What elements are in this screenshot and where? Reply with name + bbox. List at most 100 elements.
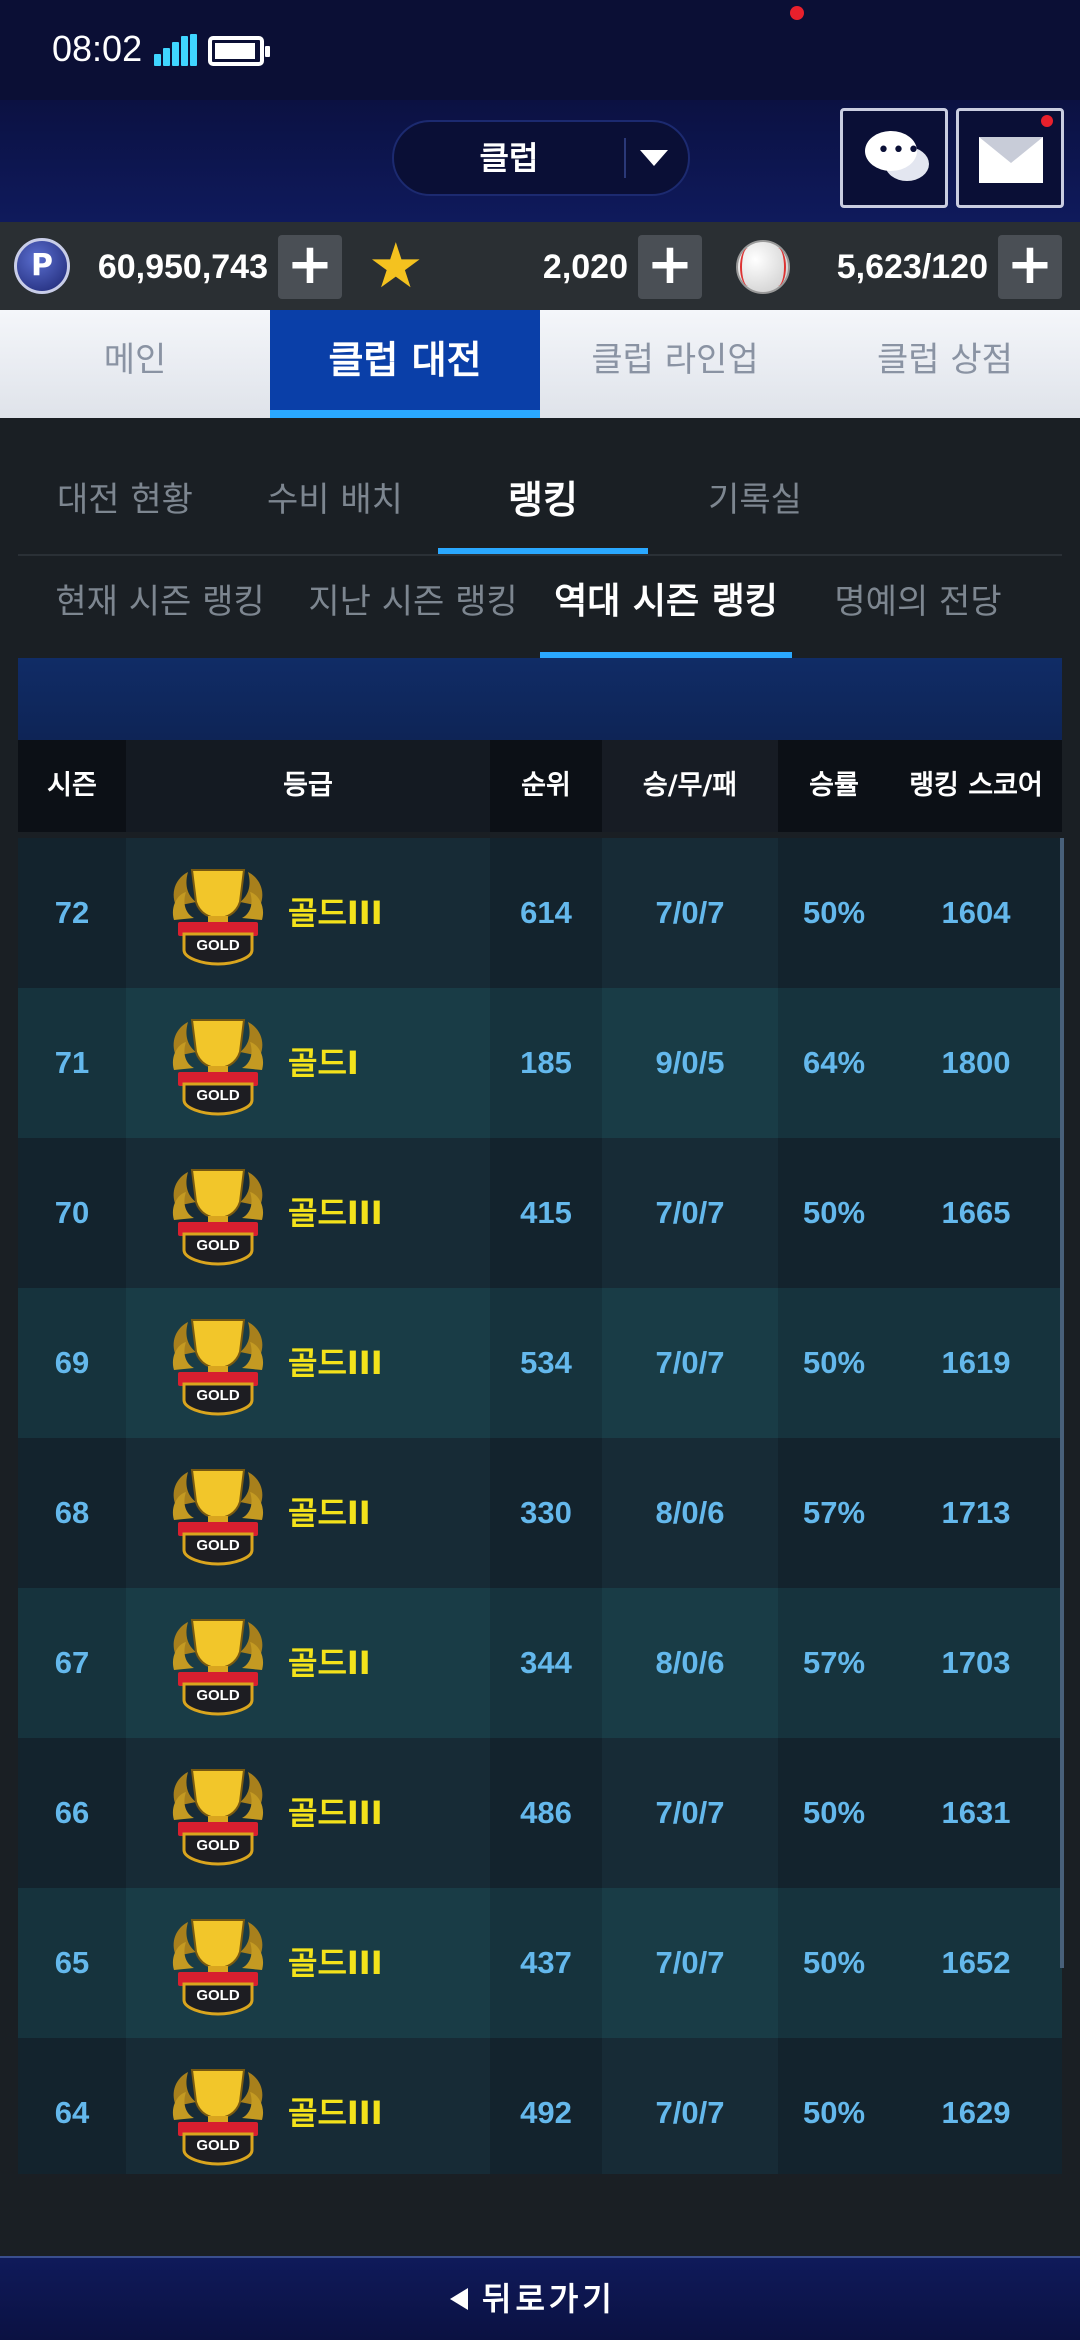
club-select-dropdown[interactable]: 클럽 <box>392 120 690 196</box>
scrollbar[interactable] <box>1060 838 1064 1968</box>
stars-value: 2,020 <box>542 248 628 286</box>
tab-club-shop[interactable]: 클럽 상점 <box>810 310 1080 418</box>
points-icon: P <box>14 238 70 294</box>
rank-cell: 492 <box>490 2038 602 2174</box>
back-button[interactable]: 뒤로가기 <box>440 2270 640 2328</box>
tab-club-battle[interactable]: 클럽 대전 <box>270 310 540 418</box>
season-cell: 69 <box>18 1288 126 1438</box>
win-rate-cell: 50% <box>778 1288 890 1438</box>
table-row: 64 GOLD 골드III 492 7/0/7 50% 1629 <box>18 2038 1062 2174</box>
rank-cell: 437 <box>490 1888 602 2038</box>
tab-records[interactable]: 기록실 <box>660 460 850 540</box>
win-rate-cell: 50% <box>778 1738 890 1888</box>
tab-club-lineup[interactable]: 클럽 라인업 <box>540 310 810 418</box>
wdl-cell: 7/0/7 <box>602 2038 778 2174</box>
grade-cell: GOLD 골드II <box>126 1438 490 1588</box>
grade-label: 골드I <box>288 1044 359 1082</box>
rank-cell: 185 <box>490 988 602 1138</box>
wdl-cell: 7/0/7 <box>602 1138 778 1288</box>
badge-text: GOLD <box>196 1087 239 1104</box>
col-header-win-rate: 승률 <box>778 740 890 832</box>
add-balls-button[interactable]: + <box>998 235 1062 299</box>
star-icon: ★ <box>368 229 424 302</box>
grade-cell: GOLD 골드III <box>126 1138 490 1288</box>
grade-label: 골드II <box>288 1644 371 1682</box>
win-rate-cell: 64% <box>778 988 890 1138</box>
badge-text: GOLD <box>196 1387 239 1404</box>
season-cell: 71 <box>18 988 126 1138</box>
gold-badge-icon: GOLD <box>172 1319 264 1416</box>
table-row: 70 GOLD 골드III 415 7/0/7 50% 1665 <box>18 1138 1062 1288</box>
tab-defense-setup[interactable]: 수비 배치 <box>240 460 430 540</box>
gold-badge-icon: GOLD <box>172 1469 264 1566</box>
tab-ranking[interactable]: 랭킹 <box>438 460 648 540</box>
wdl-cell: 7/0/7 <box>602 1288 778 1438</box>
rank-cell: 486 <box>490 1738 602 1888</box>
rank-cell: 344 <box>490 1588 602 1738</box>
rank-cell: 415 <box>490 1138 602 1288</box>
grade-label: 골드II <box>288 1494 371 1532</box>
grade-label: 골드III <box>288 2094 383 2132</box>
score-cell: 1629 <box>890 2038 1062 2174</box>
gold-badge-icon: GOLD <box>172 1169 264 1266</box>
season-cell: 72 <box>18 838 126 988</box>
col-header-wdl: 승/무/패 <box>602 740 778 832</box>
tab-last-season-ranking[interactable]: 지난 시즌 랭킹 <box>302 566 524 638</box>
tab-current-season-ranking[interactable]: 현재 시즌 랭킹 <box>40 566 280 638</box>
tab-hall-of-fame[interactable]: 명예의 전당 <box>816 566 1020 638</box>
gold-badge-icon: GOLD <box>172 1769 264 1866</box>
grade-cell: GOLD 골드III <box>126 1738 490 1888</box>
col-header-rank: 순위 <box>490 740 602 832</box>
col-header-grade: 등급 <box>126 740 490 832</box>
mail-icon <box>979 137 1043 183</box>
table-row: 65 GOLD 골드III 437 7/0/7 50% 1652 <box>18 1888 1062 2038</box>
signal-icon <box>154 34 198 66</box>
chevron-down-icon <box>640 150 668 166</box>
wdl-cell: 7/0/7 <box>602 838 778 988</box>
grade-label: 골드III <box>288 1944 383 1982</box>
grade-cell: GOLD 골드II <box>126 1588 490 1738</box>
add-points-button[interactable]: + <box>278 235 342 299</box>
tab-battle-status[interactable]: 대전 현황 <box>30 460 220 540</box>
tab-all-time-ranking[interactable]: 역대 시즌 랭킹 <box>540 566 792 638</box>
chat-button[interactable]: ••• <box>840 108 948 208</box>
table-row: 69 GOLD 골드III 534 7/0/7 50% 1619 <box>18 1288 1062 1438</box>
add-stars-button[interactable]: + <box>638 235 702 299</box>
club-select-label: 클럽 <box>479 139 539 177</box>
score-cell: 1703 <box>890 1588 1062 1738</box>
score-cell: 1619 <box>890 1288 1062 1438</box>
grade-cell: GOLD 골드III <box>126 1888 490 2038</box>
wdl-cell: 7/0/7 <box>602 1888 778 2038</box>
footer: 뒤로가기 <box>0 2258 1080 2340</box>
col-header-season: 시즌 <box>47 770 97 801</box>
win-rate-cell: 57% <box>778 1438 890 1588</box>
rank-cell: 330 <box>490 1438 602 1588</box>
rank-cell: 614 <box>490 838 602 988</box>
mail-button[interactable] <box>956 108 1064 208</box>
season-cell: 68 <box>18 1438 126 1588</box>
score-cell: 1604 <box>890 838 1062 988</box>
win-rate-cell: 57% <box>778 1588 890 1738</box>
badge-text: GOLD <box>196 1987 239 2004</box>
notification-dot <box>1041 115 1053 127</box>
badge-text: GOLD <box>196 1687 239 1704</box>
wdl-cell: 8/0/6 <box>602 1588 778 1738</box>
table-row: 72 GOLD 골드III 614 7/0/7 50% 1604 <box>18 838 1062 988</box>
grade-label: 골드III <box>288 1794 383 1832</box>
score-cell: 1800 <box>890 988 1062 1138</box>
tab-main[interactable]: 메인 <box>0 310 270 418</box>
badge-text: GOLD <box>196 1837 239 1854</box>
ranking-table[interactable]: 72 GOLD 골드III 614 7/0/7 50% 1604 71 GOLD 골드I 185 9/… <box>18 838 1062 2174</box>
season-cell: 66 <box>18 1738 126 1888</box>
gold-badge-icon: GOLD <box>172 869 264 966</box>
season-cell: 67 <box>18 1588 126 1738</box>
table-header: 시즌 등급 순위 승/무/패 승률 랭킹 스코어 <box>18 740 1062 832</box>
score-cell: 1665 <box>890 1138 1062 1288</box>
score-cell: 1713 <box>890 1438 1062 1588</box>
table-row: 68 GOLD 골드II 330 8/0/6 57% 1713 <box>18 1438 1062 1588</box>
wdl-cell: 9/0/5 <box>602 988 778 1138</box>
badge-text: GOLD <box>196 2137 239 2154</box>
season-cell: 64 <box>18 2038 126 2174</box>
season-cell: 70 <box>18 1138 126 1288</box>
win-rate-cell: 50% <box>778 838 890 988</box>
